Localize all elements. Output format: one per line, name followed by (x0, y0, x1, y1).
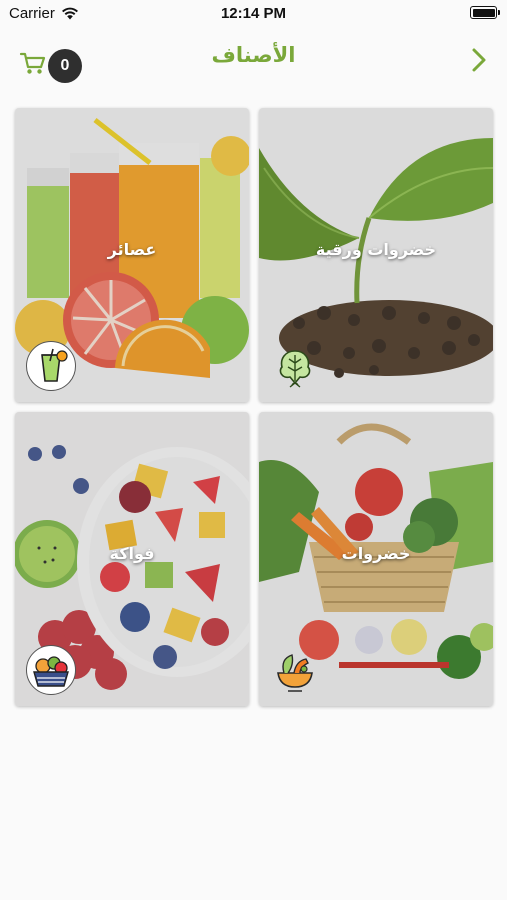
leafy-greens-icon (270, 341, 320, 391)
category-card-vegetables[interactable]: خضروات (259, 412, 493, 706)
battery-icon (470, 6, 500, 19)
navigation-header: 0 الأصناف (0, 28, 507, 88)
category-label: عصائر (107, 240, 157, 259)
chevron-right-icon (472, 48, 486, 72)
category-label: فواكة (109, 544, 155, 563)
page-title: الأصناف (211, 43, 296, 67)
vegetables-bowl-icon (270, 645, 320, 695)
fruit-basket-icon (26, 645, 76, 695)
status-time: 12:14 PM (220, 5, 287, 22)
juice-glass-icon (26, 341, 76, 391)
category-card-leafy-greens[interactable]: خضروات ورقية (259, 108, 493, 402)
category-label: خضروات (341, 544, 411, 563)
back-button[interactable] (469, 46, 489, 74)
status-bar: Carrier 12:14 PM (0, 0, 507, 28)
category-card-juices[interactable]: عصائر (15, 108, 249, 402)
category-card-fruits[interactable]: فواكة (15, 412, 249, 706)
category-label: خضروات ورقية (315, 240, 437, 259)
